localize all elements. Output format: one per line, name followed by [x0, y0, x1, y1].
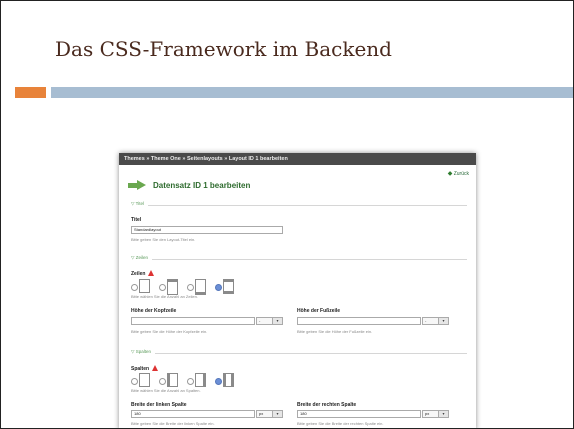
section-spalten[interactable]: ▽ Spalten: [131, 349, 467, 355]
backend-screenshot: Themes » Theme One » Seitenlayouts » Lay…: [119, 153, 476, 428]
slide-title: Das CSS-Framework im Backend: [55, 37, 392, 61]
warning-icon: [148, 270, 155, 276]
accent-bar-blue: [51, 87, 573, 98]
rows-radio-2[interactable]: [159, 284, 166, 291]
section-titel[interactable]: ▽ Titel: [131, 201, 467, 207]
layout-cols-3-icon: [195, 373, 206, 387]
section-titel-legend[interactable]: ▽ Titel: [131, 201, 148, 207]
layout-rows-2-icon: [167, 279, 178, 295]
header-height-hint: Bitte geben Sie die Höhe der Kopfzeile e…: [131, 329, 208, 334]
rows-radio-4[interactable]: [215, 284, 222, 291]
header-height-input[interactable]: [131, 317, 255, 325]
right-unit-dropdown[interactable]: ▾: [438, 410, 449, 418]
left-width-hint: Bitte geben Sie die Breite der linken Sp…: [131, 421, 215, 426]
layout-cols-2-icon: [167, 373, 178, 387]
title-hint: Bitte geben Sie den Layout-Titel ein.: [131, 237, 196, 242]
arrow-right-icon: [128, 179, 146, 190]
left-width-input[interactable]: 180: [131, 410, 255, 418]
section-zeilen[interactable]: ▽ Zeilen: [131, 255, 467, 261]
cols-radio-2[interactable]: [159, 378, 166, 385]
rows-label: Zeilen: [131, 270, 155, 277]
rows-radio-3[interactable]: [187, 284, 194, 291]
layout-cols-1-icon: [139, 373, 150, 387]
slide: Das CSS-Framework im Backend Themes » Th…: [0, 0, 574, 429]
layout-rows-3-icon: [195, 279, 206, 295]
right-width-input[interactable]: 180: [297, 410, 421, 418]
title-label: Titel: [131, 217, 142, 223]
left-width-label: Breite der linken Spalte: [131, 402, 187, 408]
footer-height-hint: Bitte geben Sie die Höhe der Fußzeile ei…: [297, 329, 373, 334]
page-title: Datensatz ID 1 bearbeiten: [153, 180, 251, 190]
footer-height-input[interactable]: [297, 317, 421, 325]
title-input[interactable]: Standardlayout: [131, 226, 283, 234]
cols-radio-3[interactable]: [187, 378, 194, 385]
cols-hint: Bitte wählen Sie die Anzahl an Spalten.: [131, 388, 201, 393]
right-width-hint: Bitte geben Sie die Breite der rechten S…: [297, 421, 384, 426]
cols-radio-4[interactable]: [215, 378, 222, 385]
cols-radio-1[interactable]: [131, 378, 138, 385]
rows-radio-1[interactable]: [131, 284, 138, 291]
header-unit-dropdown[interactable]: ▾: [272, 317, 283, 325]
form-heading: Datensatz ID 1 bearbeiten: [128, 178, 250, 192]
rows-hint: Bitte wählen Sie die Anzahl an Zeilen.: [131, 294, 198, 299]
right-width-label: Breite der rechten Spalte: [297, 402, 357, 408]
back-arrow-icon: ◆: [447, 171, 453, 177]
layout-rows-4-icon: [223, 279, 234, 294]
layout-cols-4-icon: [223, 373, 234, 387]
footer-height-label: Höhe der Fußzeile: [297, 308, 341, 314]
section-zeilen-legend[interactable]: ▽ Zeilen: [131, 255, 152, 261]
footer-unit-dropdown[interactable]: ▾: [438, 317, 449, 325]
layout-rows-1-icon: [139, 279, 150, 293]
breadcrumb[interactable]: Themes » Theme One » Seitenlayouts » Lay…: [119, 153, 476, 165]
cols-label: Spalten: [131, 365, 159, 372]
back-link[interactable]: ◆ Zurück: [448, 170, 469, 177]
section-spalten-legend[interactable]: ▽ Spalten: [131, 349, 155, 355]
back-label: Zurück: [453, 171, 469, 177]
header-height-label: Höhe der Kopfzeile: [131, 308, 177, 314]
accent-bar-orange: [15, 87, 46, 98]
warning-icon: [152, 365, 159, 371]
left-unit-dropdown[interactable]: ▾: [272, 410, 283, 418]
